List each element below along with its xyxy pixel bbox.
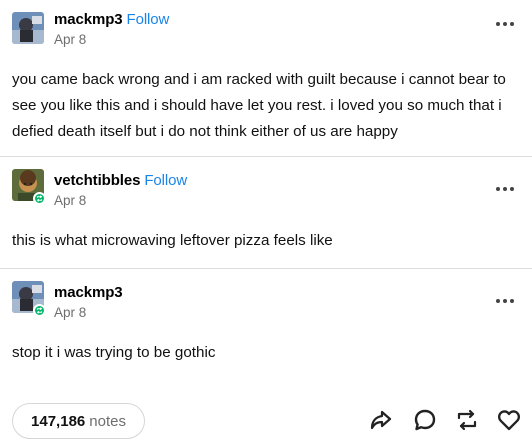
post-date[interactable]: Apr 8 [54, 305, 86, 320]
post-date[interactable]: Apr 8 [54, 32, 86, 47]
author-name[interactable]: mackmp3 [54, 11, 123, 28]
reblog-badge-icon [33, 304, 46, 317]
post-author[interactable]: mackmp3 Follow [54, 11, 169, 28]
post-2: vetchtibbles Follow Apr 8 this is what mi… [0, 157, 532, 268]
notes-button[interactable]: 147,186 notes [12, 403, 145, 439]
more-options-icon[interactable] [496, 18, 514, 30]
reblog-icon[interactable] [454, 407, 480, 433]
author-name[interactable]: mackmp3 [54, 284, 123, 301]
follow-button[interactable]: Follow [144, 172, 187, 189]
more-options-icon[interactable] [496, 183, 514, 195]
post-body: this is what microwaving leftover pizza … [12, 232, 333, 249]
reply-icon[interactable] [412, 407, 438, 433]
post-author[interactable]: vetchtibbles Follow [54, 172, 187, 189]
notes-count: 147,186 [31, 412, 86, 430]
reblog-badge-icon [33, 192, 46, 205]
heart-icon[interactable] [496, 407, 522, 433]
post-author[interactable]: mackmp3 [54, 284, 123, 301]
post-3: mackmp3 Apr 8 stop it i was trying to be… [0, 269, 532, 389]
avatar-mackmp3[interactable] [12, 12, 44, 44]
post-date[interactable]: Apr 8 [54, 193, 86, 208]
follow-button[interactable]: Follow [127, 11, 170, 28]
notes-label: notes [89, 412, 126, 430]
post-body: stop it i was trying to be gothic [12, 344, 216, 361]
author-name[interactable]: vetchtibbles [54, 172, 140, 189]
post-1: mackmp3 Follow Apr 8 you came back wrong … [0, 0, 532, 156]
post-body: you came back wrong and i am racked with… [12, 71, 506, 140]
share-icon[interactable] [368, 407, 394, 433]
more-options-icon[interactable] [496, 295, 514, 307]
